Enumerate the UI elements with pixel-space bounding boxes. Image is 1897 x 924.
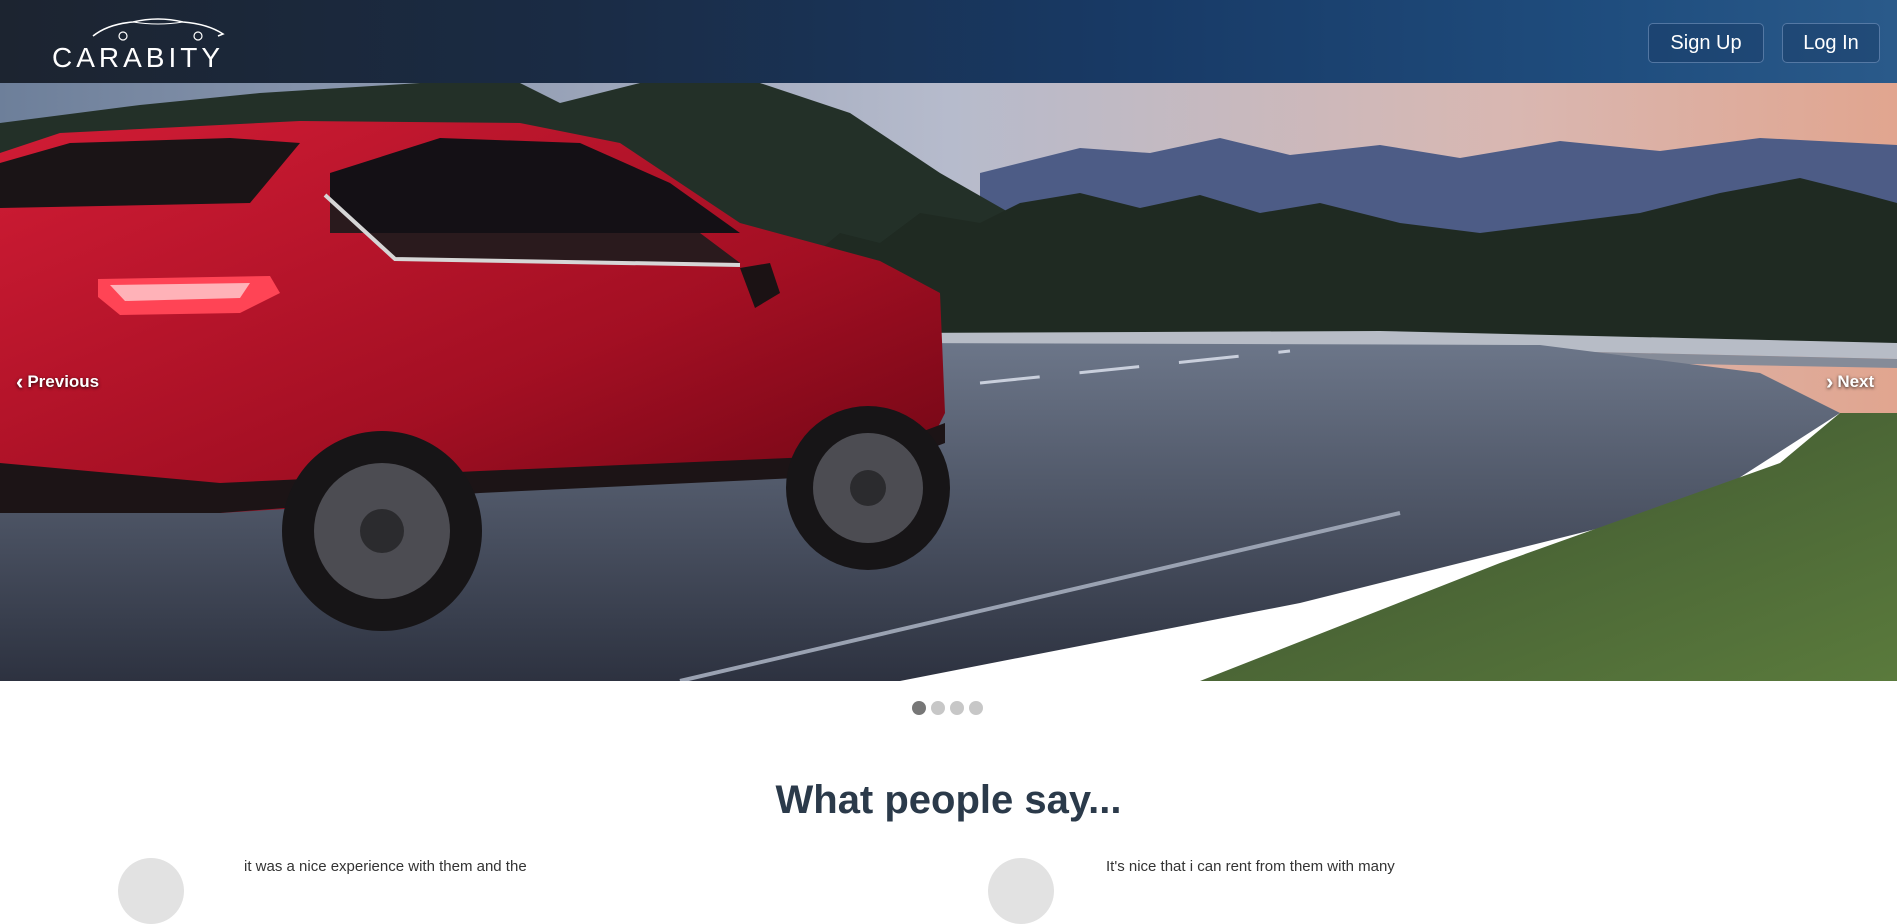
carousel-dot[interactable] xyxy=(950,701,964,715)
carousel-dot[interactable] xyxy=(912,701,926,715)
testimonials-title: What people say... xyxy=(775,778,1122,822)
carousel-next-button[interactable]: › Next xyxy=(1826,369,1874,395)
hero-slide-image xyxy=(0,83,1897,681)
signup-button[interactable]: Sign Up xyxy=(1648,23,1764,63)
logo-text: CARABITY xyxy=(52,42,225,73)
avatar xyxy=(118,858,184,924)
login-button[interactable]: Log In xyxy=(1782,23,1880,63)
carousel-dot[interactable] xyxy=(969,701,983,715)
brand-logo[interactable]: CARABITY xyxy=(50,14,250,73)
carousel-dot[interactable] xyxy=(931,701,945,715)
carousel-prev-button[interactable]: ‹ Previous xyxy=(16,369,99,395)
carousel-indicators xyxy=(912,701,988,717)
prev-label: Previous xyxy=(27,372,100,391)
hero-carousel: ‹ Previous › Next xyxy=(0,83,1897,681)
chevron-left-icon: ‹ xyxy=(16,369,24,394)
top-navbar: CARABITY Sign Up Log In xyxy=(0,0,1897,84)
testimonial-text: it was a nice experience with them and t… xyxy=(244,858,527,875)
testimonial-text: It's nice that i can rent from them with… xyxy=(1106,858,1395,875)
chevron-right-icon: › xyxy=(1826,369,1834,394)
car-silhouette-icon xyxy=(92,18,225,41)
avatar xyxy=(988,858,1054,924)
next-label: Next xyxy=(1837,372,1875,391)
